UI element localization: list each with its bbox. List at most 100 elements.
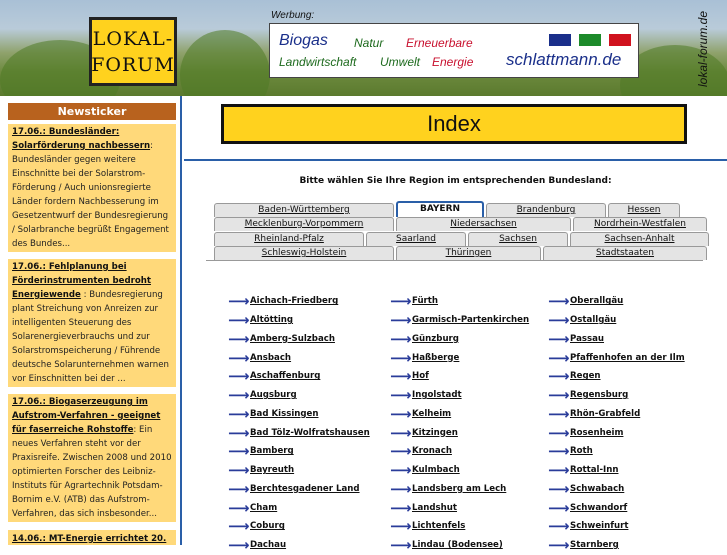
arrow-right-icon: ⟶ [228, 517, 250, 536]
region-link[interactable]: Aschaffenburg [250, 371, 320, 381]
tab-state[interactable]: Rheinland-Pfalz [214, 232, 364, 246]
region-link[interactable]: Passau [570, 334, 604, 344]
arrow-right-icon: ⟶ [228, 367, 250, 386]
site-logo[interactable]: LOKAL- FORUM [89, 17, 177, 86]
region-link[interactable]: Augsburg [250, 390, 297, 400]
region-link[interactable]: Regensburg [570, 390, 628, 400]
region-item: ⟶ Kitzingen [390, 423, 529, 442]
region-link[interactable]: Regen [570, 371, 601, 381]
region-item: ⟶ Fürth [390, 292, 529, 311]
region-link[interactable]: Dachau [250, 540, 286, 550]
region-item: ⟶ Rottal-Inn [548, 461, 685, 480]
region-item: ⟶ Günzburg [390, 330, 529, 349]
region-item: ⟶ Schweinfurt [548, 517, 685, 536]
tab-state-active[interactable]: BAYERN [396, 201, 484, 217]
arrow-right-icon: ⟶ [228, 479, 250, 498]
region-link[interactable]: Altötting [250, 315, 293, 325]
region-link[interactable]: Rosenheim [570, 428, 623, 438]
arrow-right-icon: ⟶ [228, 461, 250, 480]
logo-line-2: FORUM [91, 53, 175, 76]
ad-banner[interactable]: Biogas Natur Erneuerbare Landwirtschaft … [269, 23, 639, 78]
news-text: : Bundesländer gegen weitere Einschnitte… [12, 141, 169, 249]
region-link[interactable]: Aichach-Friedberg [250, 296, 338, 306]
region-item: ⟶ Aichach-Friedberg [228, 292, 370, 311]
region-item: ⟶ Haßberge [390, 348, 529, 367]
region-item: ⟶ Pfaffenhofen an der Ilm [548, 348, 685, 367]
region-link[interactable]: Ingolstadt [412, 390, 462, 400]
region-link[interactable]: Schwandorf [570, 503, 627, 513]
region-item: ⟶ Bad Tölz-Wolfratshausen [228, 423, 370, 442]
region-link[interactable]: Schwabach [570, 484, 624, 494]
region-item: ⟶ Bamberg [228, 442, 370, 461]
region-link[interactable]: Coburg [250, 521, 285, 531]
region-link[interactable]: Bad Kissingen [250, 409, 319, 419]
region-link[interactable]: Pfaffenhofen an der Ilm [570, 353, 685, 363]
region-column: ⟶ Fürth ⟶ Garmisch-Partenkirchen ⟶ Günzburg ⟶ H… [390, 292, 529, 555]
region-link[interactable]: Berchtesgadener Land [250, 484, 360, 494]
region-item: ⟶ Passau [548, 330, 685, 349]
news-headline-link[interactable]: 17.06.: Bundesländer: Solarförderung nac… [12, 127, 150, 151]
tab-state[interactable]: Saarland [366, 232, 466, 246]
region-link[interactable]: Haßberge [412, 353, 459, 363]
region-link[interactable]: Bamberg [250, 446, 294, 456]
arrow-right-icon: ⟶ [548, 461, 570, 480]
arrow-right-icon: ⟶ [228, 292, 250, 311]
region-link[interactable]: Landshut [412, 503, 457, 513]
flag-icon [609, 34, 631, 46]
tab-state[interactable]: Schleswig-Holstein [214, 246, 394, 260]
region-link[interactable]: Kitzingen [412, 428, 458, 438]
tab-state[interactable]: Brandenburg [486, 203, 606, 217]
news-text: : Ein neues Verfahren steht vor der Prax… [12, 425, 172, 519]
tab-state[interactable]: Sachsen [468, 232, 568, 246]
news-item: 17.06.: Biogaserzeugung im Aufstrom-Verf… [8, 394, 176, 522]
region-item: ⟶ Landsberg am Lech [390, 480, 529, 499]
region-link[interactable]: Ansbach [250, 353, 291, 363]
region-link[interactable]: Hof [412, 371, 429, 381]
region-link[interactable]: Fürth [412, 296, 438, 306]
flag-icon [579, 34, 601, 46]
region-link[interactable]: Kronach [412, 446, 452, 456]
tab-state[interactable]: Baden-Württemberg [214, 203, 394, 217]
tab-state[interactable]: Sachsen-Anhalt [570, 232, 709, 246]
ad-word: Natur [354, 36, 384, 50]
region-link[interactable]: Amberg-Sulzbach [250, 334, 335, 344]
tab-state[interactable]: Nordrhein-Westfalen [573, 217, 707, 231]
region-link[interactable]: Bad Tölz-Wolfratshausen [250, 428, 370, 438]
region-link[interactable]: Ostallgäu [570, 315, 616, 325]
arrow-right-icon: ⟶ [390, 311, 412, 330]
region-item: ⟶ Rhön-Grabfeld [548, 405, 685, 424]
region-item: ⟶ Garmisch-Partenkirchen [390, 311, 529, 330]
region-link[interactable]: Bayreuth [250, 465, 294, 475]
region-link[interactable]: Kulmbach [412, 465, 460, 475]
region-link[interactable]: Starnberg [570, 540, 619, 550]
arrow-right-icon: ⟶ [548, 404, 570, 423]
news-text: : Bundesregierung plant Streichung von A… [12, 290, 169, 384]
region-link[interactable]: Cham [250, 503, 277, 513]
tab-state[interactable]: Stadtstaaten [543, 246, 707, 260]
arrow-right-icon: ⟶ [390, 329, 412, 348]
tab-state[interactable]: Thüringen [396, 246, 541, 260]
arrow-right-icon: ⟶ [548, 517, 570, 536]
region-item: ⟶ Augsburg [228, 386, 370, 405]
region-link[interactable]: Oberallgäu [570, 296, 623, 306]
tab-state[interactable]: Hessen [608, 203, 680, 217]
main-content: Index Bitte wählen Sie Ihre Region im en… [184, 96, 727, 553]
region-link[interactable]: Lindau (Bodensee) [412, 540, 503, 550]
region-link[interactable]: Rottal-Inn [570, 465, 618, 475]
region-link[interactable]: Kelheim [412, 409, 451, 419]
region-link[interactable]: Lichtenfels [412, 521, 465, 531]
region-item: ⟶ Schwabach [548, 480, 685, 499]
region-item: ⟶ Ingolstadt [390, 386, 529, 405]
news-headline-link[interactable]: 14.06.: MT-Energie errichtet 20. [12, 534, 166, 544]
tab-state[interactable]: Niedersachsen [396, 217, 571, 231]
region-link[interactable]: Schweinfurt [570, 521, 628, 531]
tab-baseline [206, 260, 703, 261]
arrow-right-icon: ⟶ [390, 536, 412, 555]
region-link[interactable]: Günzburg [412, 334, 459, 344]
region-link[interactable]: Roth [570, 446, 593, 456]
region-link[interactable]: Garmisch-Partenkirchen [412, 315, 529, 325]
arrow-right-icon: ⟶ [228, 423, 250, 442]
tab-state[interactable]: Mecklenburg-Vorpommern [214, 217, 394, 231]
region-link[interactable]: Rhön-Grabfeld [570, 409, 640, 419]
region-link[interactable]: Landsberg am Lech [412, 484, 506, 494]
